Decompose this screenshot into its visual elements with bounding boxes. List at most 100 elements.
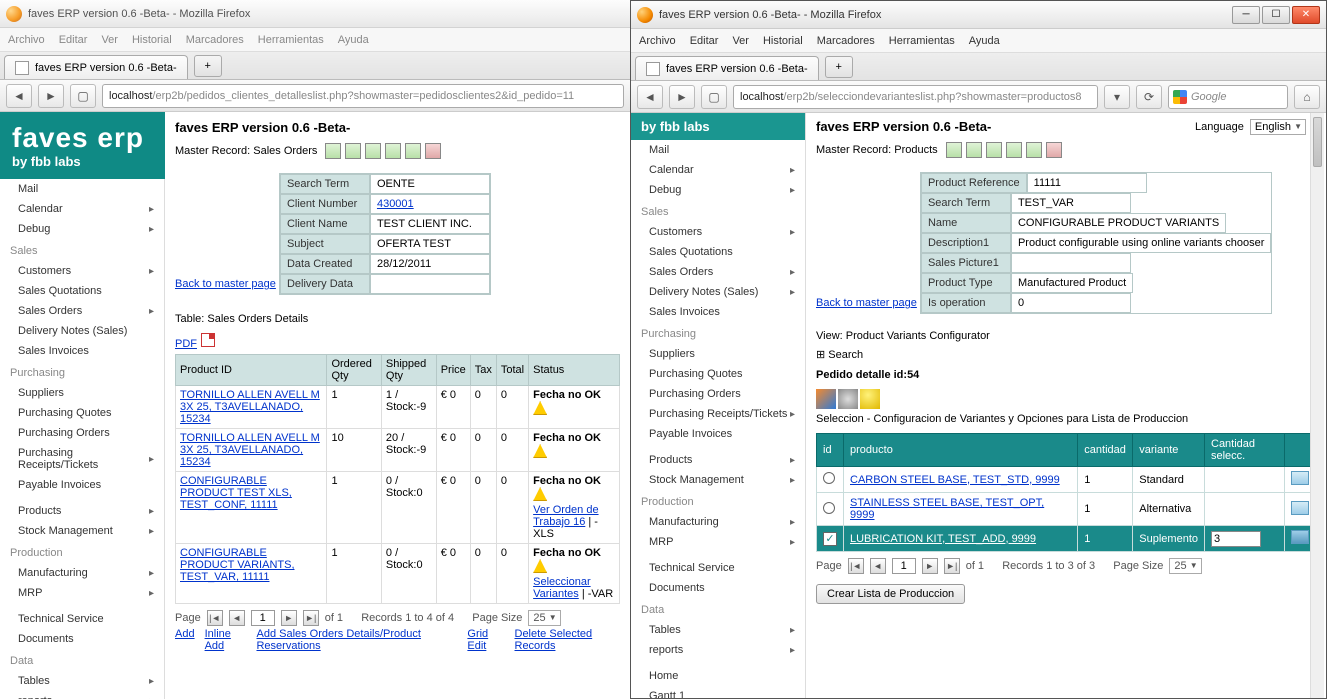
menu-herramientas[interactable]: Herramientas xyxy=(258,34,324,46)
action-icon[interactable] xyxy=(966,142,982,158)
pager-prev[interactable]: ◄ xyxy=(870,558,886,574)
sidebar-item-mail[interactable]: Mail xyxy=(631,140,805,160)
action-icon[interactable] xyxy=(365,143,381,159)
sidebar-item-salesinvoices[interactable]: Sales Invoices xyxy=(631,302,805,322)
maximize-button[interactable]: ☐ xyxy=(1262,6,1290,24)
action-icon[interactable] xyxy=(1046,142,1062,158)
sidebar-item-purchreceipts[interactable]: Purchasing Receipts/Tickets xyxy=(0,443,164,475)
sidebar-item-calendar[interactable]: Calendar xyxy=(0,199,164,219)
sidebar-item-salesinvoices[interactable]: Sales Invoices xyxy=(0,341,164,361)
sidebar-item-suppliers[interactable]: Suppliers xyxy=(0,383,164,403)
pagesize-select[interactable]: 25 xyxy=(1169,558,1201,574)
menu-herramientas[interactable]: Herramientas xyxy=(889,35,955,47)
back-button[interactable]: ◄ xyxy=(6,84,32,108)
action-gridedit[interactable]: Grid Edit xyxy=(467,628,504,652)
action-icon[interactable] xyxy=(1026,142,1042,158)
sidebar-item-deliverynotes[interactable]: Delivery Notes (Sales) xyxy=(0,321,164,341)
pager-last[interactable]: ►| xyxy=(944,558,960,574)
sidebar-item-salesorders[interactable]: Sales Orders xyxy=(0,301,164,321)
sidebar-item-stock[interactable]: Stock Management xyxy=(631,470,805,490)
sidebar-item-home[interactable]: Home xyxy=(631,666,805,686)
sidebar-item-debug[interactable]: Debug xyxy=(0,219,164,239)
new-tab-button[interactable]: + xyxy=(194,55,222,77)
action-icon[interactable] xyxy=(325,143,341,159)
product-link[interactable]: CONFIGURABLE PRODUCT TEST XLS, TEST_CONF… xyxy=(180,475,292,511)
action-delete[interactable]: Delete Selected Records xyxy=(515,628,621,652)
action-icon[interactable] xyxy=(986,142,1002,158)
action-icon[interactable] xyxy=(425,143,441,159)
sidebar-item-payable[interactable]: Payable Invoices xyxy=(631,424,805,444)
row-radio[interactable] xyxy=(823,472,835,484)
sidebar-item-reports[interactable]: reports xyxy=(0,691,164,699)
pager-next[interactable]: ► xyxy=(281,610,297,626)
action-icon[interactable] xyxy=(946,142,962,158)
sidebar-item-salesquotations[interactable]: Sales Quotations xyxy=(0,281,164,301)
pager-page-input[interactable] xyxy=(251,610,275,626)
action-icon[interactable] xyxy=(1006,142,1022,158)
sidebar-item-purchquotes[interactable]: Purchasing Quotes xyxy=(631,364,805,384)
pager-first[interactable]: |◄ xyxy=(207,610,223,626)
tab-erp[interactable]: faves ERP version 0.6 -Beta- xyxy=(4,55,188,79)
action-inlineadd[interactable]: Inline Add xyxy=(205,628,247,652)
quantity-input[interactable] xyxy=(1211,531,1261,547)
back-to-master-link[interactable]: Back to master page xyxy=(816,297,917,309)
sidebar-item-payable[interactable]: Payable Invoices xyxy=(0,475,164,495)
sidebar-item-tables[interactable]: Tables xyxy=(631,620,805,640)
menu-editar[interactable]: Editar xyxy=(59,34,88,46)
action-icon[interactable] xyxy=(405,143,421,159)
back-to-master-link[interactable]: Back to master page xyxy=(175,278,276,290)
bulb-icon[interactable] xyxy=(860,389,880,409)
action-add[interactable]: Add xyxy=(175,628,195,652)
sidebar-item-calendar[interactable]: Calendar xyxy=(631,160,805,180)
menu-ayuda[interactable]: Ayuda xyxy=(969,35,1000,47)
menu-marcadores[interactable]: Marcadores xyxy=(817,35,875,47)
config-icon[interactable] xyxy=(816,389,836,409)
sidebar-item-mail[interactable]: Mail xyxy=(0,179,164,199)
menu-ver[interactable]: Ver xyxy=(101,34,118,46)
row-action-icon[interactable] xyxy=(1291,501,1309,515)
action-icon[interactable] xyxy=(385,143,401,159)
pager-next[interactable]: ► xyxy=(922,558,938,574)
menu-ayuda[interactable]: Ayuda xyxy=(338,34,369,46)
scrollbar[interactable] xyxy=(1310,113,1324,698)
menu-archivo[interactable]: Archivo xyxy=(8,34,45,46)
menu-marcadores[interactable]: Marcadores xyxy=(186,34,244,46)
sidebar-item-tables[interactable]: Tables xyxy=(0,671,164,691)
sidebar-item-technical[interactable]: Technical Service xyxy=(0,609,164,629)
client-number-link[interactable]: 430001 xyxy=(377,198,414,210)
menu-historial[interactable]: Historial xyxy=(132,34,172,46)
tab-erp[interactable]: faves ERP version 0.6 -Beta- xyxy=(635,56,819,80)
scrollbar-thumb[interactable] xyxy=(1313,117,1322,167)
product-link[interactable]: TORNILLO ALLEN AVELL M 3X 25, T3AVELLANA… xyxy=(180,389,320,425)
product-link[interactable]: TORNILLO ALLEN AVELL M 3X 25, T3AVELLANA… xyxy=(180,432,320,468)
sidebar-item-documents[interactable]: Documents xyxy=(0,629,164,649)
sidebar-item-manufacturing[interactable]: Manufacturing xyxy=(0,563,164,583)
go-button[interactable]: ▾ xyxy=(1104,85,1130,109)
search-expand[interactable]: ⊞ Search xyxy=(816,348,1316,361)
wrench-icon[interactable] xyxy=(838,389,858,409)
sidebar-item-purchreceipts[interactable]: Purchasing Receipts/Tickets xyxy=(631,404,805,424)
menu-archivo[interactable]: Archivo xyxy=(639,35,676,47)
sidebar-item-stock[interactable]: Stock Management xyxy=(0,521,164,541)
language-select[interactable]: English xyxy=(1250,119,1306,135)
sidebar-item-deliverynotes[interactable]: Delivery Notes (Sales) xyxy=(631,282,805,302)
pager-prev[interactable]: ◄ xyxy=(229,610,245,626)
sidebar-item-purchquotes[interactable]: Purchasing Quotes xyxy=(0,403,164,423)
close-button[interactable]: ✕ xyxy=(1292,6,1320,24)
sidebar-item-reports[interactable]: reports xyxy=(631,640,805,660)
sidebar-item-salesquotations[interactable]: Sales Quotations xyxy=(631,242,805,262)
row-action-icon[interactable] xyxy=(1291,471,1309,485)
sidebar-item-products[interactable]: Products xyxy=(0,501,164,521)
sidebar-item-documents[interactable]: Documents xyxy=(631,578,805,598)
product-link[interactable]: CARBON STEEL BASE, TEST_STD, 9999 xyxy=(850,474,1060,486)
home-button[interactable]: ⌂ xyxy=(1294,85,1320,109)
reload-button[interactable]: ⟳ xyxy=(1136,85,1162,109)
back-button[interactable]: ◄ xyxy=(637,85,663,109)
action-addreservations[interactable]: Add Sales Orders Details/Product Reserva… xyxy=(256,628,457,652)
sidebar-item-purchorders[interactable]: Purchasing Orders xyxy=(631,384,805,404)
sidebar-item-customers[interactable]: Customers xyxy=(0,261,164,281)
sidebar-item-products[interactable]: Products xyxy=(631,450,805,470)
product-link[interactable]: STAINLESS STEEL BASE, TEST_OPT, 9999 xyxy=(850,497,1044,521)
identity-button[interactable]: ▢ xyxy=(701,85,727,109)
search-box[interactable]: Google xyxy=(1168,85,1288,109)
